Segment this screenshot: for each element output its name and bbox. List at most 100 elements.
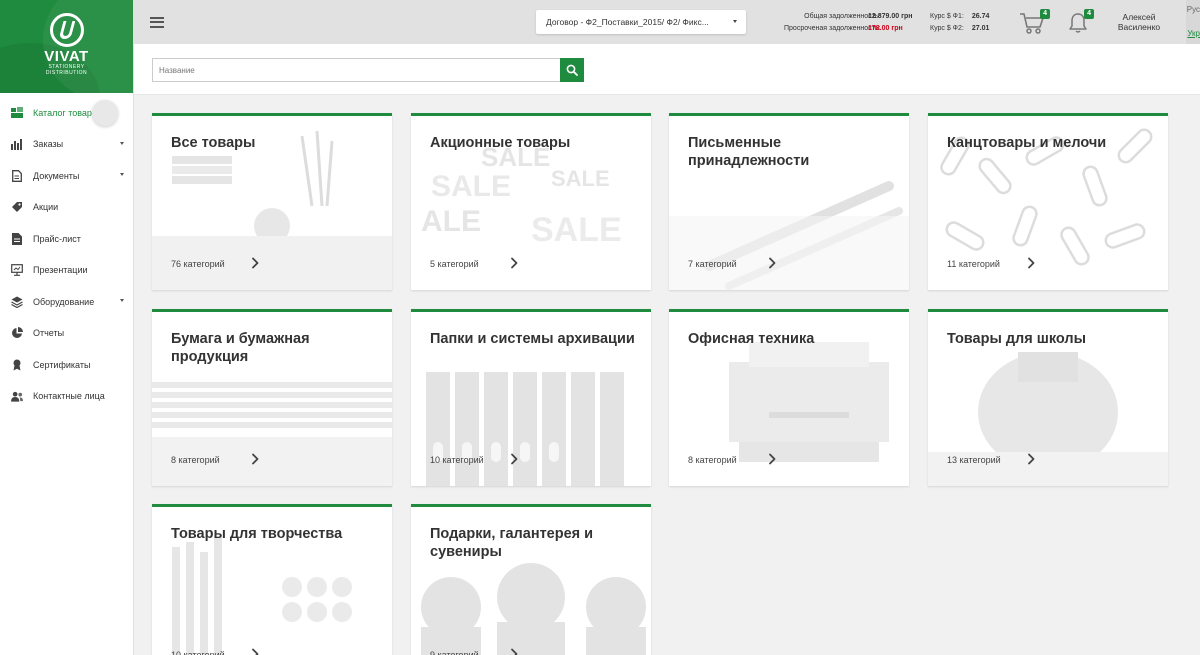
category-title: Товары для творчества bbox=[171, 526, 343, 542]
bar-chart-icon bbox=[11, 138, 23, 150]
logo-mark-icon bbox=[49, 13, 84, 47]
hamburger-menu-icon[interactable] bbox=[150, 16, 164, 28]
sidebar-item-5[interactable]: Прайс-лист bbox=[0, 223, 133, 255]
chevron-right-icon[interactable] bbox=[1026, 257, 1036, 269]
sidebar-item-10[interactable]: Контактные лица bbox=[0, 381, 133, 413]
chevron-right-icon[interactable] bbox=[509, 257, 519, 269]
category-card[interactable]: Подарки, галантерея и сувениры 9 категори… bbox=[411, 504, 651, 655]
category-count: 10 категорий bbox=[171, 650, 225, 655]
chevron-right-icon[interactable] bbox=[509, 453, 519, 465]
vivat-logo[interactable]: VIVAT STATIONERY DISTRIBUTION bbox=[0, 0, 133, 93]
chevron-right-icon[interactable] bbox=[1026, 453, 1036, 465]
chevron-right-icon[interactable] bbox=[767, 257, 777, 269]
sidebar-item-1[interactable]: Каталог товаров bbox=[0, 97, 133, 129]
sidebar-item-label: Отчеты bbox=[33, 328, 65, 339]
rate-f1-value: 26.74 bbox=[971, 13, 990, 20]
category-title: Папки и системы архивации bbox=[430, 331, 635, 347]
category-title: Все товары bbox=[171, 135, 256, 151]
category-card[interactable]: Папки и системы архивации 10 категорий bbox=[411, 309, 651, 486]
category-card[interactable]: Бумага и бумажная продукция 8 категорий bbox=[152, 309, 392, 486]
category-count: 7 категорий bbox=[688, 259, 737, 269]
sidebar-item-6[interactable]: Презентации bbox=[0, 255, 133, 287]
notifications-count-badge: 4 bbox=[1084, 9, 1094, 19]
svg-text:ALE: ALE bbox=[421, 205, 481, 238]
category-card[interactable]: Офисная техника 8 категорий bbox=[669, 309, 909, 486]
chevron-down-icon bbox=[733, 20, 737, 23]
category-count: 13 категорий bbox=[947, 455, 1001, 465]
logo-subtitle-2: DISTRIBUTION bbox=[45, 70, 88, 76]
sidebar-item-label: Документы bbox=[33, 170, 80, 181]
search-input[interactable] bbox=[152, 58, 560, 82]
sidebar-item-9[interactable]: Сертификаты bbox=[0, 349, 133, 381]
tag-icon bbox=[11, 201, 23, 213]
search-button[interactable] bbox=[560, 58, 584, 82]
logo-text: VIVAT bbox=[44, 48, 89, 65]
sidebar-item-label: Контактные лица bbox=[33, 391, 105, 402]
category-count: 10 категорий bbox=[430, 455, 484, 465]
category-count: 8 категорий bbox=[171, 455, 220, 465]
debt-values: 12 879.00 грн 178.00 грн bbox=[868, 11, 913, 35]
sidebar: VIVAT STATIONERY DISTRIBUTION Каталог то… bbox=[0, 0, 134, 655]
top-header: Договор - Ф2_Поставки_2015/ Ф2/ Фикс... … bbox=[134, 0, 1200, 44]
notifications-button[interactable]: 4 bbox=[1068, 9, 1094, 36]
sidebar-item-8[interactable]: Отчеты bbox=[0, 318, 133, 350]
category-title: Товары для школы bbox=[947, 331, 1087, 347]
svg-text:SALE: SALE bbox=[551, 166, 610, 191]
lang-ru-link[interactable]: Рус bbox=[1187, 5, 1200, 14]
chevron-right-icon[interactable] bbox=[250, 453, 260, 465]
currency-rates: Курс $ Ф1: 26.74 Курс $ Ф2: 27.01 bbox=[930, 11, 989, 35]
user-last-name: Василенко bbox=[1117, 22, 1161, 32]
chevron-right-icon[interactable] bbox=[767, 453, 777, 465]
search-icon bbox=[566, 64, 578, 76]
chevron-right-icon[interactable] bbox=[250, 648, 260, 655]
category-card[interactable]: Все товары 76 категорий bbox=[152, 113, 392, 290]
sidebar-item-label: Прайс-лист bbox=[33, 233, 81, 244]
sidebar-item-7[interactable]: Оборудование bbox=[0, 286, 133, 318]
document-icon bbox=[11, 169, 23, 182]
total-debt-label: Общая задолженность: bbox=[804, 13, 881, 20]
user-first-name: Алексей bbox=[1122, 12, 1156, 22]
category-title: Подарки, галантерея и сувениры bbox=[430, 526, 594, 560]
category-title: Письменные принадлежности bbox=[688, 135, 810, 169]
svg-text:SALE: SALE bbox=[431, 170, 511, 203]
users-icon bbox=[11, 390, 23, 402]
user-menu[interactable]: Алексей Василенко bbox=[1114, 12, 1164, 32]
cart-count-badge: 4 bbox=[1040, 9, 1050, 19]
catalog-icon bbox=[11, 107, 23, 119]
sidebar-item-3[interactable]: Документы bbox=[0, 160, 133, 192]
search-bar bbox=[134, 44, 1200, 95]
cart-button[interactable]: 4 bbox=[1018, 9, 1050, 36]
category-card[interactable]: Письменные принадлежности 7 категорий bbox=[669, 113, 909, 290]
price-list-icon bbox=[11, 232, 23, 245]
debt-labels: Общая задолженность: Просроченая задолже… bbox=[784, 11, 881, 35]
category-count: 8 категорий bbox=[688, 455, 737, 465]
category-title: Бумага и бумажная продукция bbox=[171, 331, 310, 365]
caret-down-icon bbox=[120, 299, 124, 302]
category-card[interactable]: SALE SALE SALE ALE SALE Акционные товары 5 кат… bbox=[411, 113, 651, 290]
sidebar-item-2[interactable]: Заказы bbox=[0, 129, 133, 161]
contract-select[interactable]: Договор - Ф2_Поставки_2015/ Ф2/ Фикс... bbox=[536, 10, 746, 34]
category-card[interactable]: Канцтовары и мелочи 11 категорий bbox=[928, 113, 1168, 290]
category-count: 11 категорий bbox=[947, 259, 1000, 269]
sidebar-item-4[interactable]: Акции bbox=[0, 192, 133, 224]
category-count: 76 категорий bbox=[171, 259, 225, 269]
category-card[interactable]: Товары для школы 13 категорий bbox=[928, 309, 1168, 486]
category-count: 5 категорий bbox=[430, 259, 479, 269]
total-debt-value: 12 879.00 грн bbox=[868, 13, 913, 20]
contract-select-value: Договор - Ф2_Поставки_2015/ Ф2/ Фикс... bbox=[546, 17, 709, 27]
caret-down-icon bbox=[120, 173, 124, 176]
category-card[interactable]: Товары для творчества 10 категорий bbox=[152, 504, 392, 655]
caret-down-icon bbox=[120, 141, 124, 145]
category-title: Офисная техника bbox=[688, 331, 815, 347]
rate-f2-label: Курс $ Ф2: bbox=[930, 25, 964, 32]
chevron-right-icon[interactable] bbox=[250, 257, 260, 269]
lang-uk-link[interactable]: Укр bbox=[1187, 29, 1200, 38]
sidebar-item-label: Сертификаты bbox=[33, 359, 91, 370]
layers-icon bbox=[11, 296, 23, 308]
category-title: Акционные товары bbox=[430, 135, 571, 151]
presentation-icon bbox=[11, 264, 23, 277]
sidebar-nav: Каталог товаров Заказы Документы Акции Прайс… bbox=[0, 93, 133, 412]
chevron-right-icon[interactable] bbox=[509, 648, 519, 655]
certificate-icon bbox=[11, 359, 23, 371]
sidebar-item-label: Оборудование bbox=[33, 296, 95, 307]
